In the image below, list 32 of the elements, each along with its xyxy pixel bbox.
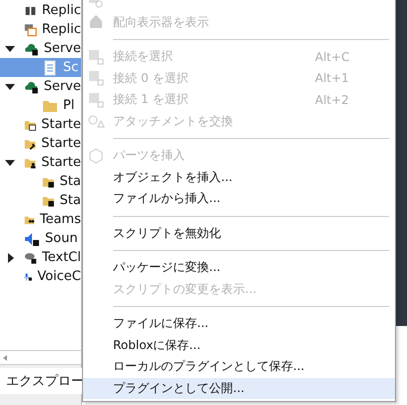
tree-item[interactable]: Replic	[0, 20, 81, 39]
expanded-arrow-icon[interactable]	[5, 44, 15, 52]
tree-item[interactable]: Sta	[0, 172, 81, 191]
menu-item[interactable]: Robloxに保存...	[83, 334, 395, 356]
tree-item[interactable]: Starte	[0, 134, 81, 153]
tree-item[interactable]: Sta	[0, 191, 81, 210]
tree-item[interactable]: TextCl	[0, 248, 81, 267]
horizontal-scrollbar[interactable]	[0, 350, 81, 365]
expanded-arrow-icon[interactable]	[5, 82, 15, 90]
selection-icon	[87, 48, 105, 66]
window-icon	[24, 22, 37, 38]
menu-item[interactable]: スクリプトを無効化	[83, 222, 395, 244]
tree-item[interactable]: Pl	[0, 96, 81, 115]
tree-item[interactable]: Soun	[0, 229, 81, 248]
speaker-icon	[24, 230, 40, 246]
tree-item[interactable]: Starte	[0, 115, 81, 134]
menu-item[interactable]: オブジェクトを挿入...	[83, 166, 395, 188]
tree-item[interactable]: Replic	[0, 1, 81, 20]
tree-item[interactable]: Serve	[0, 39, 81, 58]
menu-item[interactable]: プラグインとして公開...	[83, 378, 395, 399]
tree-item[interactable]: Teams	[0, 210, 81, 229]
tree-item[interactable]: VoiceC	[0, 267, 81, 286]
expanded-arrow-icon[interactable]	[5, 158, 15, 166]
selection-icon	[87, 69, 105, 88]
selection-icon	[87, 90, 105, 109]
collapsed-arrow-icon[interactable]	[6, 252, 14, 262]
menu-item[interactable]: ファイルに保存...	[83, 313, 395, 334]
menu-item[interactable]: ファイルから挿入...	[83, 188, 395, 210]
tree-item[interactable]: Starte	[0, 153, 81, 172]
menu-item[interactable]: パッケージに変換...	[83, 257, 395, 278]
tree-item[interactable]: Serve	[0, 77, 81, 96]
script-icon	[42, 60, 58, 76]
